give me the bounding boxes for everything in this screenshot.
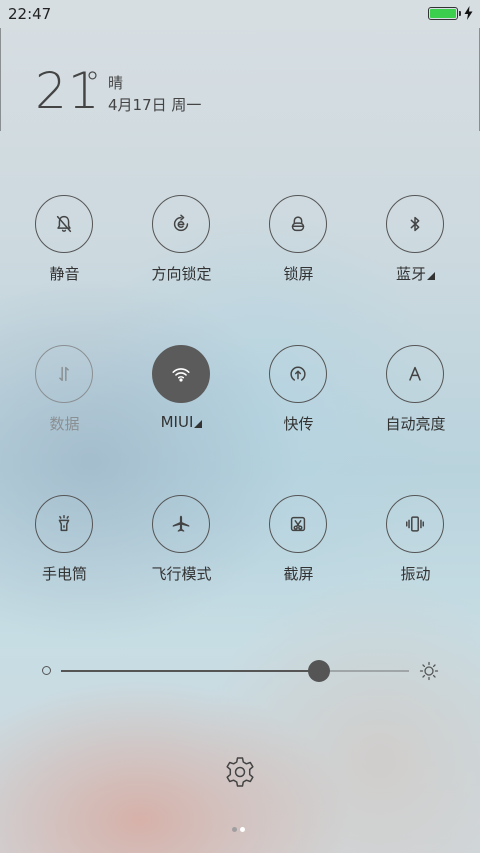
brightness-slider[interactable] [0,650,480,690]
weather-condition: 晴 [108,74,124,92]
expand-triangle-icon [427,272,435,280]
brightness-low-icon [42,666,51,675]
settings-gear-icon[interactable] [222,754,258,790]
page-dot [240,827,245,832]
bluetooth-icon [386,195,444,253]
silent-bell-icon [35,195,93,253]
toggle-screenshot[interactable]: 截屏 [240,495,357,605]
toggle-flashlight[interactable]: 手电筒 [6,495,123,605]
toggle-label: 飞行模式 [151,565,212,583]
page-dot [232,827,237,832]
toggle-label: 锁屏 [283,265,314,283]
auto-brightness-icon [386,345,444,403]
rotation-lock-icon [152,195,210,253]
toggle-bluetooth[interactable]: 蓝牙 [357,195,474,305]
brightness-high-icon [419,661,439,681]
toggle-quick-share[interactable]: 快传 [240,345,357,455]
toggle-wifi[interactable]: MIUI [123,345,240,455]
toggle-label: 自动亮度 [385,415,446,433]
battery-icon [428,7,461,20]
lock-icon [269,195,327,253]
screenshot-icon [269,495,327,553]
airplane-icon [152,495,210,553]
page-indicator [232,827,248,833]
toggle-label: 手电筒 [41,565,87,583]
wifi-icon [152,345,210,403]
status-bar: 22:47 [0,0,480,28]
toggle-rotation-lock[interactable]: 方向锁定 [123,195,240,305]
degree-symbol: ° [85,66,100,101]
toggle-label: 截屏 [283,565,314,583]
date-label: 4月17日 周一 [108,96,202,114]
vibrate-icon [386,495,444,553]
toggle-label: 蓝牙 [395,265,426,283]
charging-icon [464,6,473,24]
toggle-airplane[interactable]: 飞行模式 [123,495,240,605]
toggle-label: MIUI [160,413,194,431]
toggle-mobile-data[interactable]: 数据 [6,345,123,455]
expand-triangle-icon [194,420,203,428]
toggle-label: 静音 [49,265,80,283]
toggle-lock-screen[interactable]: 锁屏 [240,195,357,305]
brightness-thumb[interactable] [307,660,330,682]
toggle-label: 数据 [49,415,80,433]
flashlight-icon [35,495,93,553]
toggle-auto-brightness[interactable]: 自动亮度 [357,345,474,455]
brightness-track[interactable] [61,670,409,672]
brightness-track-fill [61,670,319,672]
mobile-data-icon [35,345,93,403]
toggle-vibrate[interactable]: 振动 [357,495,474,605]
quick-share-icon [269,345,327,403]
toggle-label: 方向锁定 [151,265,212,283]
weather-header[interactable]: 21 ° 晴 4月17日 周一 [0,28,480,131]
toggle-label: 快传 [283,415,314,433]
toggle-label: 振动 [400,565,431,583]
toggle-silent[interactable]: 静音 [6,195,123,305]
status-clock: 22:47 [8,5,52,23]
